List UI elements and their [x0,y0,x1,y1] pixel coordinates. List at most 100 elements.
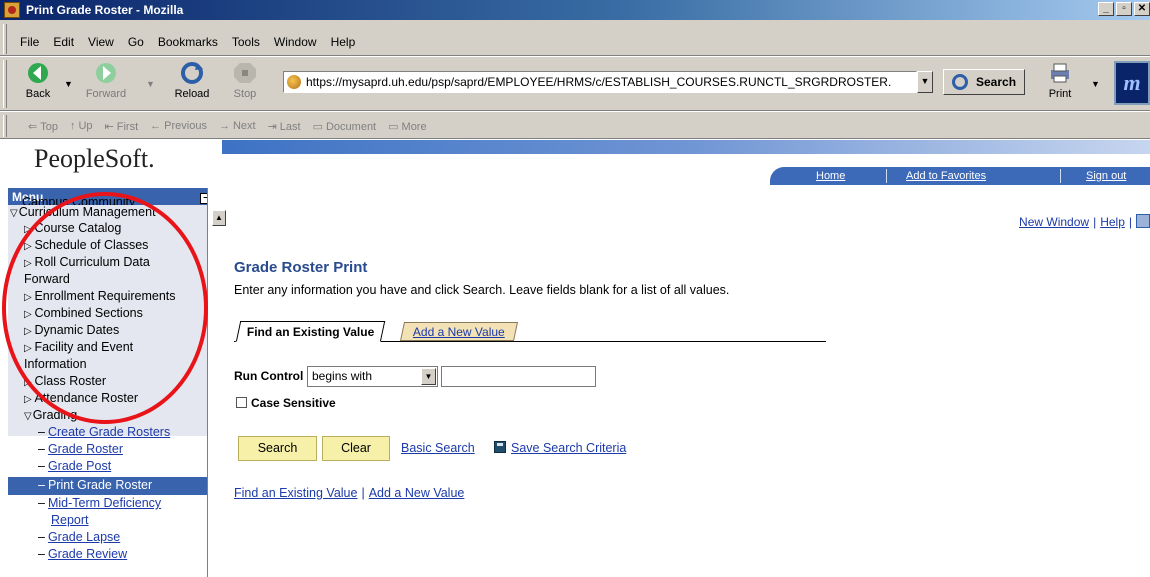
menu-window[interactable]: Window [274,35,317,49]
nav-top-button[interactable]: ⇐ Top [28,120,58,133]
bottom-add-new-link[interactable]: Add a New Value [369,486,465,500]
menu-bookmarks[interactable]: Bookmarks [158,35,218,49]
clear-button[interactable]: Clear [322,436,390,461]
http-icon[interactable] [1136,214,1150,228]
menu-go[interactable]: Go [128,35,144,49]
add-to-favorites-link[interactable]: Add to Favorites [906,170,986,182]
menu-view[interactable]: View [88,35,114,49]
menu-item-campus-community[interactable]: Campus Community [22,195,135,205]
tab-add-label: Add a New Value [412,325,505,339]
nav-up-button[interactable]: ↑ Up [70,120,93,133]
tab-find-existing-value[interactable]: Find an Existing Value [235,321,386,342]
menu-tools[interactable]: Tools [232,35,260,49]
menu-link-create-grade-rosters[interactable]: Create Grade Rosters [38,425,170,439]
nav-previous-label: Previous [164,120,207,132]
menu-item-curriculum-management[interactable]: Curriculum Management [10,205,156,219]
search-submit-button[interactable]: Search [238,436,317,461]
menu-item-facility-and-event[interactable]: Facility and Event [24,340,133,354]
nav-document-label: Document [325,121,377,133]
url-input[interactable]: https://mysaprd.uh.edu/psp/saprd/EMPLOYE… [283,71,917,93]
back-dropdown-icon[interactable]: ▼ [64,79,73,89]
menu-link-grade-roster[interactable]: Grade Roster [38,442,123,456]
basic-search-link[interactable]: Basic Search [401,441,475,455]
top-links-separator: | [1128,215,1132,229]
run-control-operator-select[interactable]: begins with ▼ [307,366,438,387]
search-button[interactable]: Search [943,69,1025,95]
menu-link-print-grade-roster[interactable]: Print Grade Roster [38,478,152,492]
site-navigation-toolbar: ⇐ Top ↑ Up ⇤ First ← Previous → Next ⇥ Last ▭ D… [0,111,1150,139]
menu-file[interactable]: File [20,35,39,49]
menu-item-roll-curriculum-data-cont[interactable]: Forward [24,272,70,286]
nav-last-button[interactable]: ⇥ Last [268,120,301,133]
menu-link-grade-post[interactable]: Grade Post [38,459,111,473]
menu-item-dynamic-dates[interactable]: Dynamic Dates [24,323,119,337]
new-window-link[interactable]: New Window [1019,215,1089,229]
menu-item-facility-and-event-cont[interactable]: Information [24,357,87,371]
save-disk-icon[interactable] [494,441,506,453]
printer-icon [1047,61,1073,85]
menu-item-enrollment-requirements[interactable]: Enrollment Requirements [24,289,175,303]
print-dropdown-icon[interactable]: ▼ [1091,79,1100,89]
menu-link-mid-term-deficiency-cont[interactable]: Report [51,513,89,527]
forward-arrow-icon [93,61,119,85]
stop-button[interactable]: Stop [227,61,263,100]
menu-item-attendance-roster[interactable]: Attendance Roster [24,391,138,405]
help-link[interactable]: Help [1100,215,1125,229]
print-button[interactable]: Print [1040,61,1080,100]
menu-link-mid-term-deficiency[interactable]: Mid-Term Deficiency [38,496,161,510]
case-sensitive-option[interactable]: Case Sensitive [236,396,336,410]
scroll-up-arrow-icon[interactable]: ▲ [212,210,226,226]
menu-frame-splitter[interactable] [207,188,227,577]
case-sensitive-checkbox[interactable] [236,397,247,408]
menu-link-grade-lapse[interactable]: Grade Lapse [38,530,120,544]
sign-out-link[interactable]: Sign out [1086,170,1126,182]
navbar-grip[interactable] [3,60,7,108]
search-button-label: Search [976,75,1017,89]
menu-edit[interactable]: Edit [53,35,74,49]
menu-link-grade-review[interactable]: Grade Review [38,547,127,561]
more-icon: ▭ [388,121,399,133]
bottom-links: Find an Existing Value | Add a New Value [234,486,464,500]
menubar-grip[interactable] [3,24,7,54]
tab-add-new-value[interactable]: Add a New Value [399,322,518,341]
nav-first-button[interactable]: ⇤ First [105,120,139,133]
nav-document-button[interactable]: ▭ Document [313,120,377,133]
maximize-button[interactable]: ▫ [1116,2,1132,16]
menu-item-schedule-of-classes[interactable]: Schedule of Classes [24,238,148,252]
next-icon: → [218,120,230,132]
forward-dropdown-icon[interactable]: ▼ [146,79,155,89]
home-link[interactable]: Home [816,170,845,182]
reload-button[interactable]: Reload [170,61,214,100]
menu-help[interactable]: Help [331,35,356,49]
up-icon: ↑ [69,120,76,132]
mozilla-throbber-icon[interactable]: m [1114,61,1150,105]
nav-next-button[interactable]: → Next [219,120,256,133]
back-button[interactable]: Back [20,61,56,100]
document-icon: ▭ [312,121,323,133]
run-control-id-input[interactable] [441,366,596,387]
nav-previous-button[interactable]: ← Previous [150,120,207,133]
nav-top-label: Top [40,121,58,133]
menu-item-combined-sections[interactable]: Combined Sections [24,306,142,320]
mozilla-app-icon [4,2,20,18]
minimize-button[interactable]: _ [1098,2,1114,16]
previous-icon: ← [150,120,162,132]
forward-button[interactable]: Forward [78,61,134,100]
reload-label: Reload [174,88,210,100]
chevron-down-icon[interactable]: ▼ [421,368,436,385]
reload-icon [179,61,205,85]
bottom-find-existing-link[interactable]: Find an Existing Value [234,486,357,500]
save-search-criteria-link[interactable]: Save Search Criteria [511,441,626,455]
top-links-separator: | [1093,215,1097,229]
menu-item-course-catalog[interactable]: Course Catalog [24,221,121,235]
main-content: New Window | Help | Grade Roster Print Ente… [234,188,1150,577]
url-dropdown-icon[interactable]: ▼ [917,71,933,93]
close-button[interactable]: ✕ [1134,2,1150,16]
ptool-grip[interactable] [3,115,7,137]
menu-item-grading[interactable]: Grading [24,408,77,422]
header-divider [886,169,887,183]
search-tabs: Find an Existing Value Add a New Value [234,321,834,342]
menu-item-roll-curriculum-data[interactable]: Roll Curriculum Data [24,255,149,269]
menu-item-class-roster[interactable]: Class Roster [24,374,106,388]
nav-more-button[interactable]: ▭ More [388,120,426,133]
